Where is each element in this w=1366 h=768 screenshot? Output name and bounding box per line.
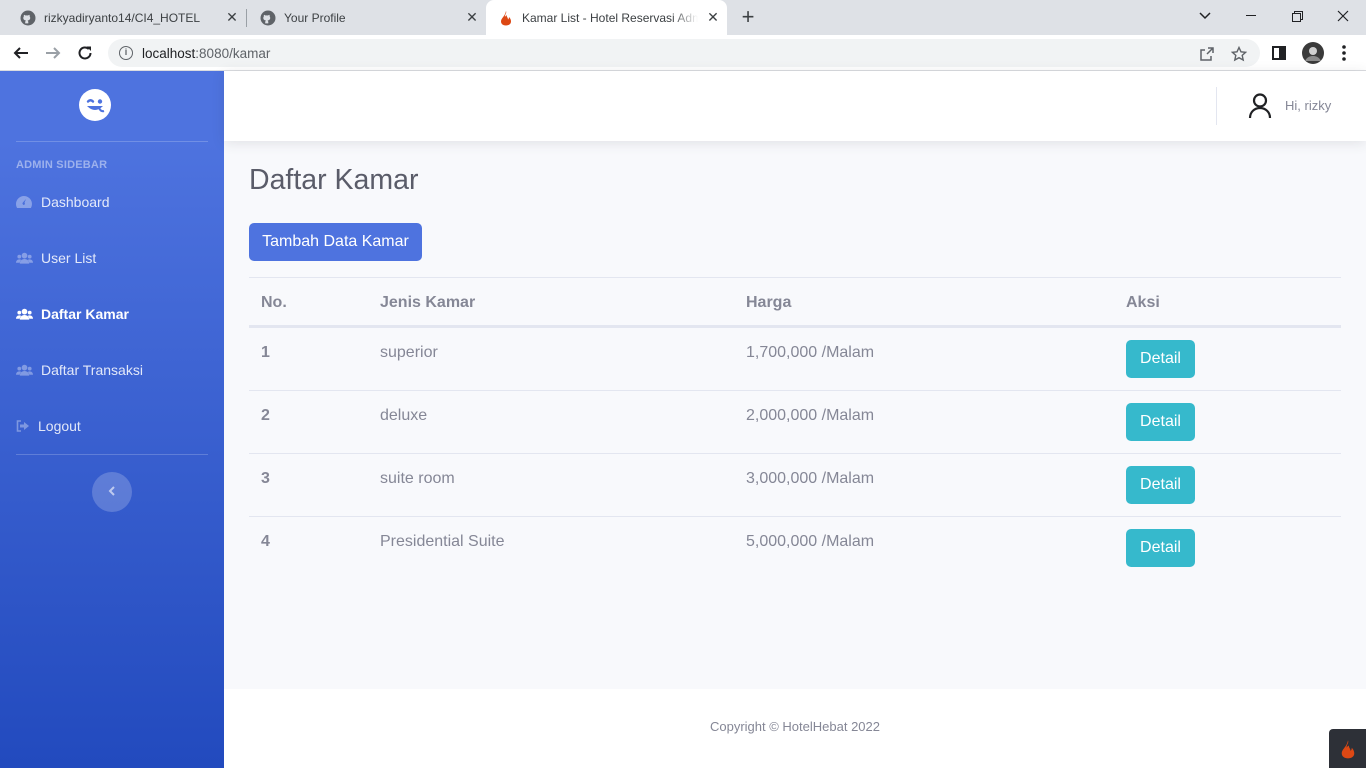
user-icon[interactable] <box>1248 93 1274 119</box>
sidebar-item-label: Daftar Transaksi <box>41 362 143 378</box>
minimize-icon[interactable] <box>1228 0 1274 32</box>
detail-button[interactable]: Detail <box>1126 340 1195 378</box>
detail-button[interactable]: Detail <box>1126 466 1195 504</box>
chevron-left-icon <box>108 483 116 501</box>
codeigniter-icon <box>498 10 514 26</box>
detail-button[interactable]: Detail <box>1126 529 1195 567</box>
forward-arrow-icon[interactable] <box>40 40 66 66</box>
row-harga: 1,700,000 /Malam <box>746 344 875 361</box>
sidebar-item-label: Dashboard <box>41 194 110 210</box>
url-text[interactable]: localhost:8080/kamar <box>142 46 270 61</box>
header-aksi: Aksi <box>1126 294 1160 311</box>
close-tab-icon[interactable]: ✕ <box>224 9 240 25</box>
sidebar-item-user-list[interactable]: User List <box>16 246 208 270</box>
brand-logo-icon[interactable] <box>79 89 111 121</box>
table-header-row: No. Jenis Kamar Harga Aksi <box>249 277 1341 327</box>
row-jenis: superior <box>380 344 438 361</box>
tab-title: Kamar List - Hotel Reservasi Admin <box>522 10 698 25</box>
github-icon <box>260 10 276 26</box>
sidebar-item-daftar-kamar[interactable]: Daftar Kamar <box>16 302 208 326</box>
tachometer-icon <box>16 195 33 209</box>
users-icon <box>16 307 33 321</box>
admin-sidebar: ADMIN SIDEBAR Dashboard User List Daftar… <box>0 71 224 768</box>
row-no: 2 <box>261 407 270 424</box>
header-jenis-kamar: Jenis Kamar <box>380 294 476 311</box>
new-tab-button[interactable]: + <box>737 6 759 28</box>
browser-toolbar: i localhost:8080/kamar <box>0 35 1366 71</box>
sidebar-divider <box>16 141 208 142</box>
sidebar-item-label: User List <box>41 250 97 266</box>
browser-tab-repo[interactable]: rizkyadiryanto14/CI4_HOTEL ✕ <box>0 0 246 35</box>
restore-icon[interactable] <box>1274 0 1320 32</box>
bookmark-star-icon[interactable] <box>1230 45 1248 63</box>
back-arrow-icon[interactable] <box>8 40 34 66</box>
browser-tab-strip: rizkyadiryanto14/CI4_HOTEL ✕ Your Profil… <box>0 0 1366 35</box>
sidebar-item-daftar-transaksi[interactable]: Daftar Transaksi <box>16 358 208 382</box>
browser-tab-profile[interactable]: Your Profile ✕ <box>240 0 486 35</box>
sidebar-item-logout[interactable]: Logout <box>16 414 208 438</box>
close-tab-icon[interactable]: ✕ <box>464 9 480 25</box>
table-row: 1 superior 1,700,000 /Malam Detail <box>249 327 1341 390</box>
row-jenis: deluxe <box>380 407 428 424</box>
close-tab-icon[interactable]: ✕ <box>705 9 721 25</box>
topbar: Hi, rizky <box>224 71 1366 141</box>
github-icon <box>20 10 36 26</box>
address-bar[interactable]: i localhost:8080/kamar <box>108 39 1260 67</box>
add-room-button[interactable]: Tambah Data Kamar <box>249 223 422 261</box>
topbar-divider <box>1216 87 1217 125</box>
row-harga: 2,000,000 /Malam <box>746 407 875 424</box>
share-icon[interactable] <box>1198 45 1216 63</box>
sidebar-heading: ADMIN SIDEBAR <box>16 159 108 171</box>
menu-dots-icon[interactable] <box>1334 43 1354 63</box>
header-no: No. <box>261 294 287 311</box>
table-row: 2 deluxe 2,000,000 /Malam Detail <box>249 390 1341 453</box>
detail-button[interactable]: Detail <box>1126 403 1195 441</box>
tab-title: Your Profile <box>284 10 346 25</box>
page-title: Daftar Kamar <box>249 164 419 196</box>
table-row: 3 suite room 3,000,000 /Malam Detail <box>249 453 1341 516</box>
sign-out-icon <box>16 419 30 433</box>
sidebar-divider <box>16 454 208 455</box>
profile-avatar[interactable] <box>1301 41 1325 65</box>
site-info-icon[interactable]: i <box>119 46 133 60</box>
sidebar-item-label: Logout <box>38 418 81 434</box>
sidebar-toggle-button[interactable] <box>92 472 132 512</box>
browser-tab-active[interactable]: Kamar List - Hotel Reservasi Admin ✕ <box>486 0 727 35</box>
row-no: 3 <box>261 470 270 487</box>
side-panel-icon[interactable] <box>1269 43 1289 63</box>
row-jenis: Presidential Suite <box>380 533 505 550</box>
footer: Copyright © HotelHebat 2022 <box>224 689 1366 768</box>
url-path: :8080/kamar <box>195 46 271 61</box>
users-icon <box>16 363 33 377</box>
users-icon <box>16 251 33 265</box>
table-row: 4 Presidential Suite 5,000,000 /Malam De… <box>249 516 1341 579</box>
row-no: 1 <box>261 344 270 361</box>
rooms-table: No. Jenis Kamar Harga Aksi 1 superior 1,… <box>249 277 1341 579</box>
url-host: localhost <box>142 46 196 61</box>
row-harga: 5,000,000 /Malam <box>746 533 875 550</box>
user-greeting[interactable]: Hi, rizky <box>1285 98 1331 113</box>
tab-search-icon[interactable] <box>1182 0 1228 32</box>
copyright-text: Copyright © HotelHebat 2022 <box>709 719 880 734</box>
row-no: 4 <box>261 533 270 550</box>
row-jenis: suite room <box>380 470 455 487</box>
sidebar-item-label: Daftar Kamar <box>41 306 129 322</box>
reload-icon[interactable] <box>72 40 98 66</box>
header-harga: Harga <box>746 294 792 311</box>
close-window-icon[interactable] <box>1320 0 1366 32</box>
row-harga: 3,000,000 /Malam <box>746 470 875 487</box>
codeigniter-debug-toolbar-icon[interactable] <box>1329 729 1366 768</box>
sidebar-item-dashboard[interactable]: Dashboard <box>16 190 208 214</box>
tab-title: rizkyadiryanto14/CI4_HOTEL <box>44 10 201 25</box>
